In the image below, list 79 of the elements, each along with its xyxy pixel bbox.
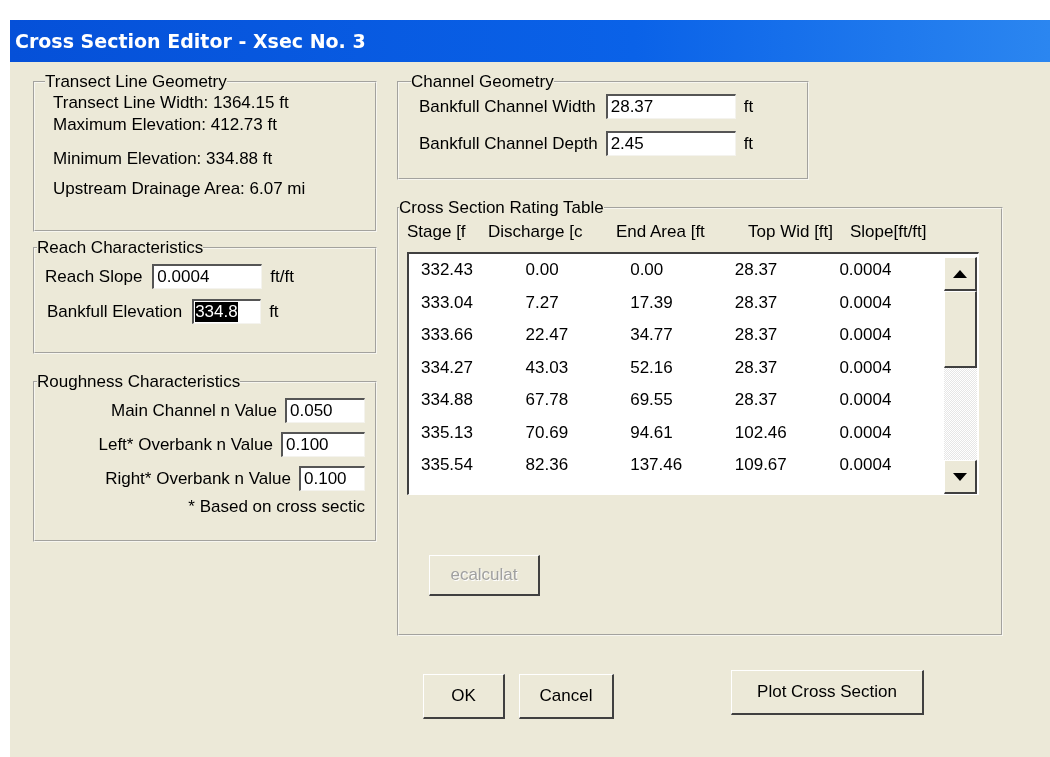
table-cell-text: 0.00 xyxy=(525,260,560,281)
table-cell-text: 69.55 xyxy=(630,390,674,411)
field-label: Main Channel n Value xyxy=(111,400,277,421)
table-cell-text: 332.43 xyxy=(421,260,474,281)
table-cell-text: 335.54 xyxy=(421,455,474,476)
info-text: Maximum Elevation: 412.73 ft xyxy=(53,114,278,136)
column-header: Discharge [c xyxy=(488,222,584,242)
scroll-thumb[interactable] xyxy=(944,291,977,368)
input-field[interactable]: 0.050 xyxy=(285,398,365,423)
group-title: Transect Line Geometry xyxy=(45,72,227,92)
table-cell-text: 94.61 xyxy=(630,422,674,443)
column-header: Top Wid [ft] xyxy=(748,222,835,242)
table-cell-text: 22.47 xyxy=(525,325,570,346)
table-cell-text: 67.78 xyxy=(525,390,570,411)
table-cell-text: 0.0004 xyxy=(839,455,893,476)
scrollbar[interactable] xyxy=(944,254,977,494)
table-cell-text: 7.27 xyxy=(525,292,560,313)
scroll-up-button[interactable] xyxy=(944,257,977,291)
table-cell-text: 70.69 xyxy=(525,422,570,443)
column-header: Slope[ft/ft] xyxy=(850,222,927,242)
info-text: Minimum Elevation: 334.88 ft xyxy=(53,148,274,170)
unit-label: ft xyxy=(743,133,754,154)
table-cell-text: 28.37 xyxy=(734,357,779,378)
column-header: End Area [ft xyxy=(616,222,706,242)
table-cell-text: 0.00 xyxy=(630,260,665,281)
table-cell-text: 28.37 xyxy=(734,292,779,313)
unit-label: ft/ft xyxy=(270,266,294,287)
dialog-button[interactable]: Plot Cross Section xyxy=(731,670,924,715)
input-field[interactable]: 0.0004 xyxy=(152,264,263,289)
column-header: Stage [f xyxy=(407,222,467,242)
info-text: Transect Line Width: 1364.15 ft xyxy=(53,92,290,114)
input-field[interactable]: 334.8 xyxy=(192,299,262,324)
field-label: Bankfull Channel Width xyxy=(419,96,596,117)
group-title: Cross Section Rating Table xyxy=(399,198,604,218)
rating-list[interactable] xyxy=(407,252,979,495)
dialog-button[interactable]: Cancel xyxy=(519,674,614,719)
table-cell-text: 0.0004 xyxy=(839,292,893,313)
group-title: Roughness Characteristics xyxy=(37,372,241,392)
down-arrow-icon xyxy=(953,472,967,481)
field-label: Reach Slope xyxy=(45,266,143,287)
input-field[interactable]: 2.45 xyxy=(605,131,736,156)
table-cell-text: 28.37 xyxy=(734,325,779,346)
table-cell-text: 334.27 xyxy=(421,357,474,378)
scroll-down-button[interactable] xyxy=(944,460,977,494)
table-cell-text: 28.37 xyxy=(734,390,779,411)
table-cell-text: 0.0004 xyxy=(839,390,893,411)
table-cell-text: 109.67 xyxy=(734,455,788,476)
table-cell-text: 52.16 xyxy=(630,357,674,378)
dialog-button[interactable]: OK xyxy=(423,674,505,719)
table-cell-text: 0.0004 xyxy=(839,260,893,281)
table-cell-text: 102.46 xyxy=(734,422,788,443)
table-cell-text: 335.13 xyxy=(421,422,474,443)
unit-label: ft xyxy=(743,96,754,117)
table-cell-text: 333.04 xyxy=(421,292,474,313)
field-label: Bankfull Channel Depth xyxy=(419,133,598,154)
table-cell-text: 0.0004 xyxy=(839,422,893,443)
table-cell-text: 0.0004 xyxy=(839,325,893,346)
table-cell-text: 333.66 xyxy=(421,325,474,346)
info-text: Upstream Drainage Area: 6.07 mi xyxy=(53,178,307,200)
input-field[interactable]: 0.100 xyxy=(281,432,365,457)
table-cell-text: 0.0004 xyxy=(839,357,893,378)
table-cell-text: 334.88 xyxy=(421,390,474,411)
table-cell-text: 28.37 xyxy=(734,260,779,281)
field-label: Left* Overbank n Value xyxy=(98,434,273,455)
window-title: Cross Section Editor - Xsec No. 3 xyxy=(15,30,366,52)
table-cell-text: 82.36 xyxy=(525,455,570,476)
field-label: Bankfull Elevation xyxy=(47,301,183,322)
table-cell-text: 34.77 xyxy=(630,325,674,346)
table-cell-text: 137.46 xyxy=(630,455,684,476)
unit-label: ft xyxy=(269,301,279,322)
input-field[interactable]: 28.37 xyxy=(605,94,736,119)
up-arrow-icon xyxy=(953,269,967,278)
footnote-text: * Based on cross sectic xyxy=(187,497,365,517)
table-cell-text: 17.39 xyxy=(630,292,674,313)
group-title: Channel Geometry xyxy=(411,72,554,92)
input-field[interactable]: 0.100 xyxy=(299,466,365,491)
group-title: Reach Characteristics xyxy=(37,238,204,258)
table-cell-text: 43.03 xyxy=(525,357,570,378)
field-label: Right* Overbank n Value xyxy=(105,468,291,489)
